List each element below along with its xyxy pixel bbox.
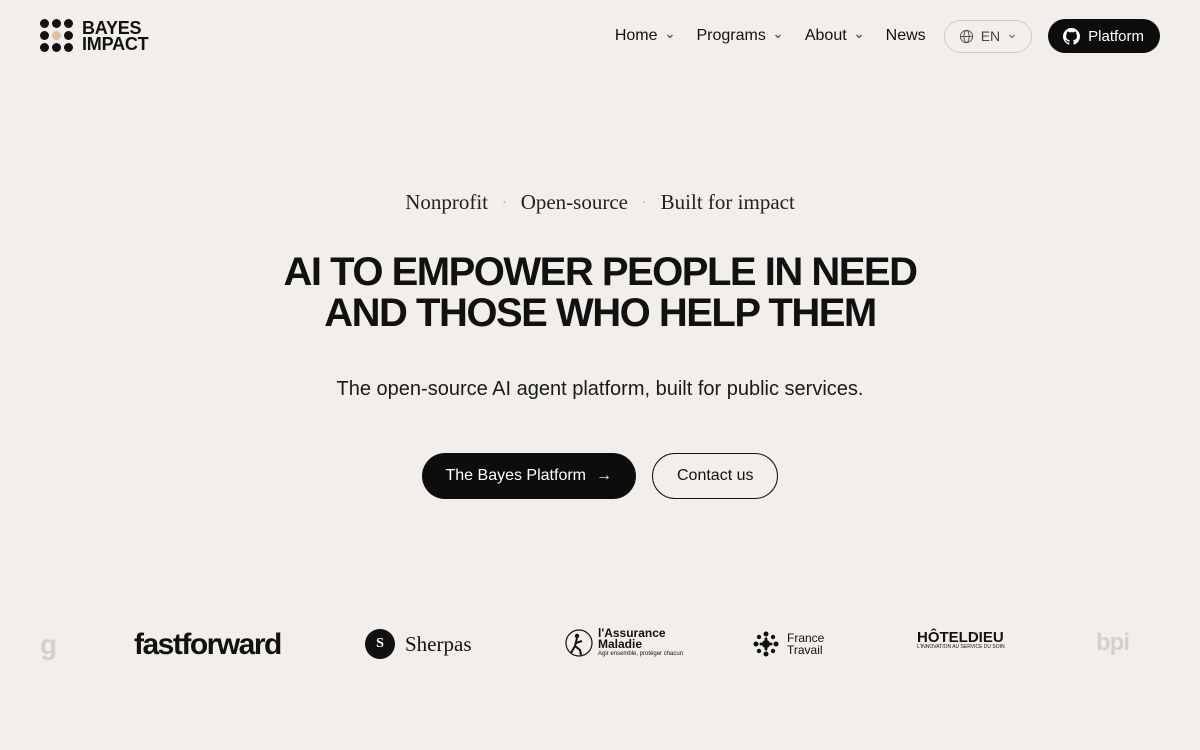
nav-about[interactable]: About — [805, 27, 864, 45]
partner-logo-fastforward: fastforward — [134, 628, 282, 661]
tag-built-for-impact: Built for impact — [660, 190, 795, 214]
logo-dots-icon — [40, 19, 73, 52]
headline-line-1: AI TO EMPOWER PEOPLE IN NEED — [283, 250, 918, 294]
hotel-dieu-wordmark: HÔTELDIEU L'INNOVATION AU SERVICE DU SOI… — [917, 629, 1005, 650]
tag-open-source: Open-source — [520, 190, 628, 214]
sherpas-wordmark: Sherpas — [405, 631, 472, 656]
platform-label: Platform — [1088, 27, 1144, 45]
bayes-platform-button[interactable]: The Bayes Platform → — [421, 453, 636, 499]
bayes-impact-logo[interactable]: BAYES IMPACT — [40, 17, 149, 54]
nav-news[interactable]: News — [886, 27, 926, 45]
platform-button[interactable]: Platform — [1048, 19, 1160, 53]
hero-cta-row: The Bayes Platform → Contact us — [0, 453, 1200, 499]
language-label: EN — [980, 28, 1001, 44]
hero-tagline: Nonprofit · Open-source · Built for impact — [0, 190, 1200, 215]
nav-programs-label: Programs — [696, 27, 766, 44]
nav-programs[interactable]: Programs — [697, 27, 783, 45]
nav-home[interactable]: Home — [615, 27, 675, 45]
partner-logo-france-travail: France Travail — [751, 629, 824, 659]
partner-logo-sherpas: S Sherpas — [365, 629, 472, 659]
france-travail-wordmark: France Travail — [787, 631, 825, 657]
sherpas-mark-icon: S — [365, 629, 395, 659]
nav-news-label: News — [885, 27, 926, 44]
assurance-maladie-wordmark: l'Assurance Maladie Agir ensemble, proté… — [598, 626, 684, 657]
hero-subtitle: The open-source AI agent platform, built… — [336, 378, 864, 400]
github-icon — [1063, 27, 1081, 45]
nav-about-label: About — [804, 27, 847, 44]
headline-line-2: AND THOSE WHO HELP THEM — [324, 291, 877, 335]
contact-us-button[interactable]: Contact us — [652, 453, 779, 499]
arrow-right-icon: → — [596, 467, 612, 484]
france-travail-dots-icon — [753, 631, 779, 657]
globe-icon — [959, 29, 973, 43]
chevron-down-icon — [666, 34, 673, 39]
tag-separator: · — [641, 196, 647, 212]
chevron-down-icon — [855, 34, 862, 39]
partner-logo-partial-left: g — [40, 629, 58, 660]
nav-home-label: Home — [614, 27, 658, 44]
assurance-maladie-figure-icon — [565, 629, 593, 657]
partner-logo-hotel-dieu: HÔTELDIEU L'INNOVATION AU SERVICE DU SOI… — [917, 629, 1005, 651]
language-selector[interactable]: EN — [943, 19, 1033, 53]
main-nav: Home Programs About News EN Platform — [615, 19, 1160, 53]
chevron-down-icon — [774, 34, 781, 39]
partner-logos: g fastforward S Sherpas l'Assurance Mala… — [0, 615, 1200, 675]
tag-separator: · — [502, 196, 507, 212]
site-header: BAYES IMPACT Home Programs About News EN — [0, 0, 1200, 72]
bayes-platform-label: The Bayes Platform — [445, 467, 587, 484]
contact-us-label: Contact us — [677, 467, 754, 484]
partner-logo-assurance-maladie: l'Assurance Maladie Agir ensemble, proté… — [564, 626, 684, 658]
logo-wordmark: BAYES IMPACT — [82, 17, 149, 54]
hero-headline: AI TO EMPOWER PEOPLE IN NEED AND THOSE W… — [0, 252, 1200, 334]
chevron-down-icon — [1009, 34, 1016, 39]
partner-logo-partial-right: bpi — [1096, 629, 1130, 656]
tag-nonprofit: Nonprofit — [405, 190, 489, 214]
